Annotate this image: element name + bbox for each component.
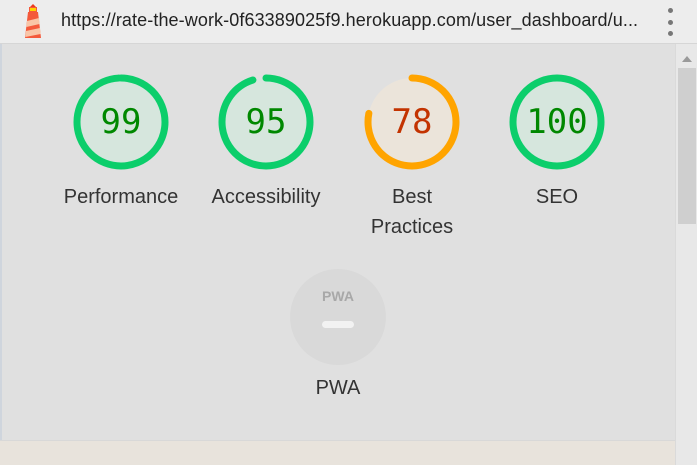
pwa-icon: PWA [290, 269, 386, 365]
lighthouse-report-frame: https://rate-the-work-0f63389025f9.herok… [0, 0, 697, 465]
vertical-scrollbar[interactable] [675, 44, 697, 465]
gauge-performance[interactable]: 99 Performance [56, 74, 186, 212]
scroll-up-icon[interactable] [682, 56, 692, 62]
score-value: 99 [100, 102, 142, 142]
category-label: Accessibility [211, 186, 321, 208]
gauge-seo[interactable]: 100 SEO [492, 74, 622, 212]
category-label: Best Practices [370, 186, 454, 238]
scrollbar-thumb[interactable] [678, 68, 696, 224]
pwa-badge-text: PWA [322, 288, 354, 304]
top-bar: https://rate-the-work-0f63389025f9.herok… [0, 0, 697, 44]
gauge-accessibility[interactable]: 95 Accessibility [201, 74, 331, 212]
category-label: Performance [63, 186, 179, 208]
score-value: 100 [526, 102, 588, 142]
score-value: 95 [245, 102, 287, 142]
left-edge-border [0, 44, 2, 465]
url-text[interactable]: https://rate-the-work-0f63389025f9.herok… [61, 10, 641, 31]
bottom-strip [0, 440, 675, 465]
lighthouse-icon [25, 4, 41, 38]
category-label: SEO [535, 186, 579, 208]
gauge-best-practices[interactable]: 78 Best Practices [347, 74, 477, 242]
pwa-badge[interactable]: PWA PWA [273, 269, 403, 400]
more-vertical-icon[interactable] [665, 8, 675, 36]
score-value: 78 [391, 102, 433, 142]
pwa-label: PWA [315, 377, 361, 399]
